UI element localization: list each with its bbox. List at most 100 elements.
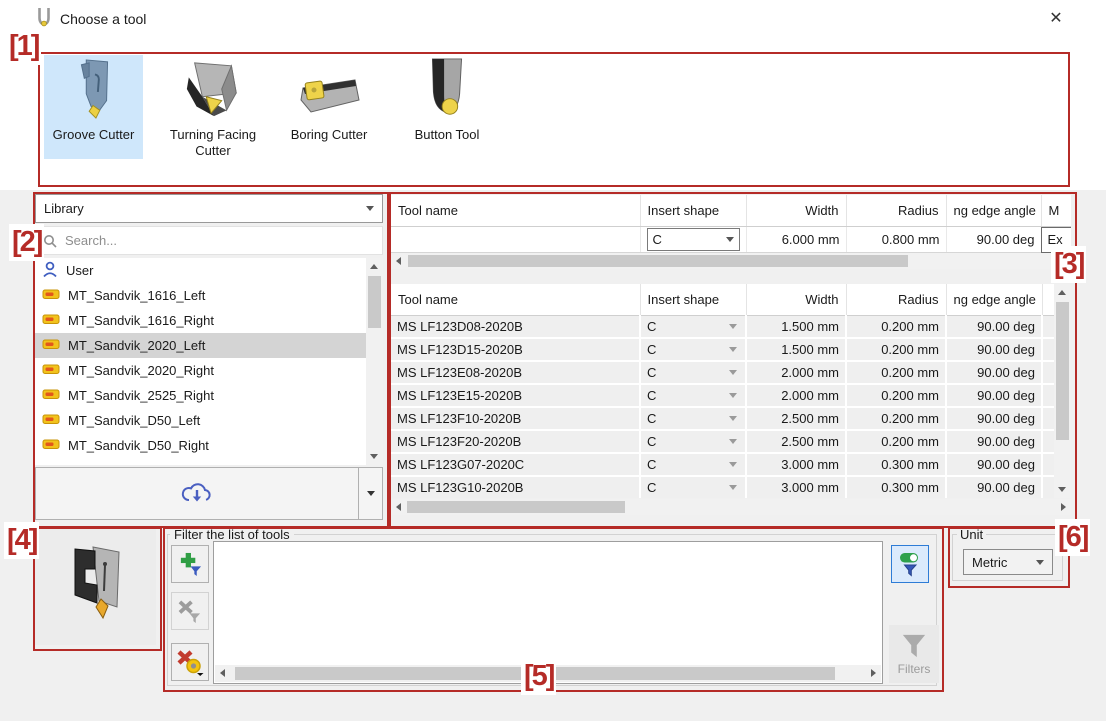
tool-type-turning-facing-cutter[interactable]: Turning Facing Cutter [156, 55, 270, 163]
add-filter-icon [178, 552, 203, 577]
search-field [35, 226, 383, 255]
add-filter-button[interactable] [171, 545, 209, 583]
tool-library-icon [42, 288, 60, 301]
tool-type-boring-cutter[interactable]: Boring Cutter [272, 55, 386, 147]
download-options-dropdown-button[interactable] [358, 467, 383, 520]
library-list: User MT_Sandvik_1616_Left MT_Sandvik_161… [35, 258, 366, 465]
annotation-marker-6: [6] [1055, 519, 1090, 556]
filters-funnel-icon [899, 633, 929, 659]
column-header-edge-angle: ng edge angle [946, 195, 1041, 227]
table-row[interactable]: MS LF123G07-2020C C 3.000 mm 0.300 mm 90… [391, 453, 1054, 476]
column-header-radius: Radius [846, 195, 946, 227]
column-header-width: Width [746, 284, 846, 316]
list-item[interactable]: MT_Sandvik_2525_Right [35, 383, 366, 408]
list-item[interactable]: MT_Sandvik_D50_Right [35, 433, 366, 458]
table-row[interactable]: MS LF123D15-2020B C 1.500 mm 0.200 mm 90… [391, 338, 1054, 361]
list-item-label: User [66, 263, 93, 278]
list-item[interactable]: User [35, 258, 366, 283]
annotation-marker-2: [2] [9, 224, 44, 261]
insert-shape-select[interactable]: C [647, 228, 740, 251]
scroll-left-arrow-icon[interactable] [396, 503, 401, 511]
table-row[interactable]: MS LF123D08-2020B C 1.500 mm 0.200 mm 90… [391, 316, 1054, 339]
close-button[interactable]: ✕ [1038, 4, 1074, 32]
list-item[interactable]: MT_Sandvik_1616_Right [35, 308, 366, 333]
tool-library-icon [42, 313, 60, 326]
annotation-marker-4: [4] [4, 522, 39, 559]
tool-type-groove-cutter[interactable]: Groove Cutter [44, 55, 143, 159]
tool-library-icon [42, 438, 60, 451]
scrollbar-thumb[interactable] [407, 501, 625, 513]
table-row[interactable]: MS LF123F20-2020B C 2.500 mm 0.200 mm 90… [391, 430, 1054, 453]
filters-button[interactable]: Filters [889, 625, 939, 683]
column-header-mount: M [1041, 195, 1071, 227]
list-item-label: MT_Sandvik_D50_Left [68, 413, 200, 428]
table-row[interactable]: MS LF123F10-2020B C 2.500 mm 0.200 mm 90… [391, 407, 1054, 430]
scrollbar-thumb[interactable] [408, 255, 908, 267]
tool-type-button-tool[interactable]: Button Tool [394, 55, 500, 147]
scroll-right-arrow-icon[interactable] [1061, 503, 1066, 511]
scroll-up-arrow-icon[interactable] [370, 264, 378, 269]
column-header-radius: Radius [846, 284, 946, 316]
tool-list-vscrollbar[interactable] [1054, 284, 1071, 498]
width-cell[interactable]: 6.000 mm [746, 227, 846, 253]
radius-cell[interactable]: 0.800 mm [846, 227, 946, 253]
remove-filter-icon [178, 599, 203, 624]
chevron-down-icon [729, 485, 737, 490]
toggle-filters-icon [897, 551, 923, 578]
chevron-down-icon [729, 347, 737, 352]
list-item[interactable]: MT_Sandvik_D50_Left [35, 408, 366, 433]
annotation-marker-5: [5] [521, 658, 556, 695]
list-item[interactable]: MT_Sandvik_2020_Right [35, 358, 366, 383]
turning-facing-cutter-icon [156, 55, 270, 121]
groove-cutter-icon [44, 55, 143, 121]
scrollbar-thumb[interactable] [1056, 302, 1069, 440]
unit-group-title: Unit [957, 527, 986, 542]
tool-library-icon [42, 388, 60, 401]
selected-tool-table-hscrollbar[interactable] [391, 253, 1071, 269]
table-row[interactable]: MS LF123E08-2020B C 2.000 mm 0.200 mm 90… [391, 361, 1054, 384]
scroll-up-arrow-icon[interactable] [1058, 290, 1066, 295]
chevron-down-icon [366, 206, 374, 211]
insert-shape-value: C [653, 232, 662, 247]
dialog-tool-icon [36, 7, 52, 29]
choose-tool-dialog: Choose a tool ✕ Groove Cutter Turning Fa… [0, 0, 1106, 721]
user-icon [42, 261, 58, 278]
scroll-down-arrow-icon[interactable] [370, 454, 378, 459]
remove-filter-button[interactable] [171, 592, 209, 630]
library-source-select[interactable]: Library [35, 194, 383, 223]
scroll-down-arrow-icon[interactable] [1058, 487, 1066, 492]
chevron-down-icon [729, 462, 737, 467]
unit-select[interactable]: Metric [963, 549, 1053, 575]
tool-library-icon [42, 413, 60, 426]
chevron-down-icon [729, 324, 737, 329]
boring-cutter-icon [272, 55, 386, 121]
annotation-marker-1: [1] [6, 28, 41, 65]
tool-list-hscrollbar[interactable] [391, 499, 1071, 515]
scroll-left-arrow-icon[interactable] [396, 257, 401, 265]
scroll-left-arrow-icon[interactable] [220, 669, 225, 677]
scrollbar-thumb[interactable] [368, 276, 381, 328]
cloud-download-icon [179, 481, 215, 507]
toggle-filters-button[interactable] [891, 545, 929, 583]
download-library-button[interactable] [35, 467, 359, 520]
tool-library-icon [42, 338, 60, 351]
table-row[interactable]: MS LF123G10-2020B C 3.000 mm 0.300 mm 90… [391, 476, 1054, 498]
library-list-scrollbar[interactable] [366, 258, 383, 465]
tool-list-table: Tool name Insert shape Width Radius ng e… [391, 284, 1054, 498]
chevron-down-icon [729, 370, 737, 375]
library-source-value: Library [44, 201, 84, 216]
table-row[interactable]: MS LF123E15-2020B C 2.000 mm 0.200 mm 90… [391, 384, 1054, 407]
clear-filters-button[interactable] [171, 643, 209, 681]
chevron-down-icon [726, 237, 734, 242]
search-input[interactable] [63, 232, 375, 249]
list-item[interactable]: MT_Sandvik_1616_Left [35, 283, 366, 308]
scroll-right-arrow-icon[interactable] [871, 669, 876, 677]
tool-name-input-cell[interactable] [391, 227, 640, 253]
button-tool-icon [394, 55, 500, 121]
edge-angle-cell[interactable]: 90.00 deg [946, 227, 1041, 253]
list-item-label: MT_Sandvik_2020_Right [68, 363, 214, 378]
column-header-insert-shape: Insert shape [640, 284, 746, 316]
annotation-marker-3: [3] [1051, 246, 1086, 283]
column-header-tool-name: Tool name [391, 284, 640, 316]
list-item[interactable]: MT_Sandvik_2020_Left [35, 333, 366, 358]
